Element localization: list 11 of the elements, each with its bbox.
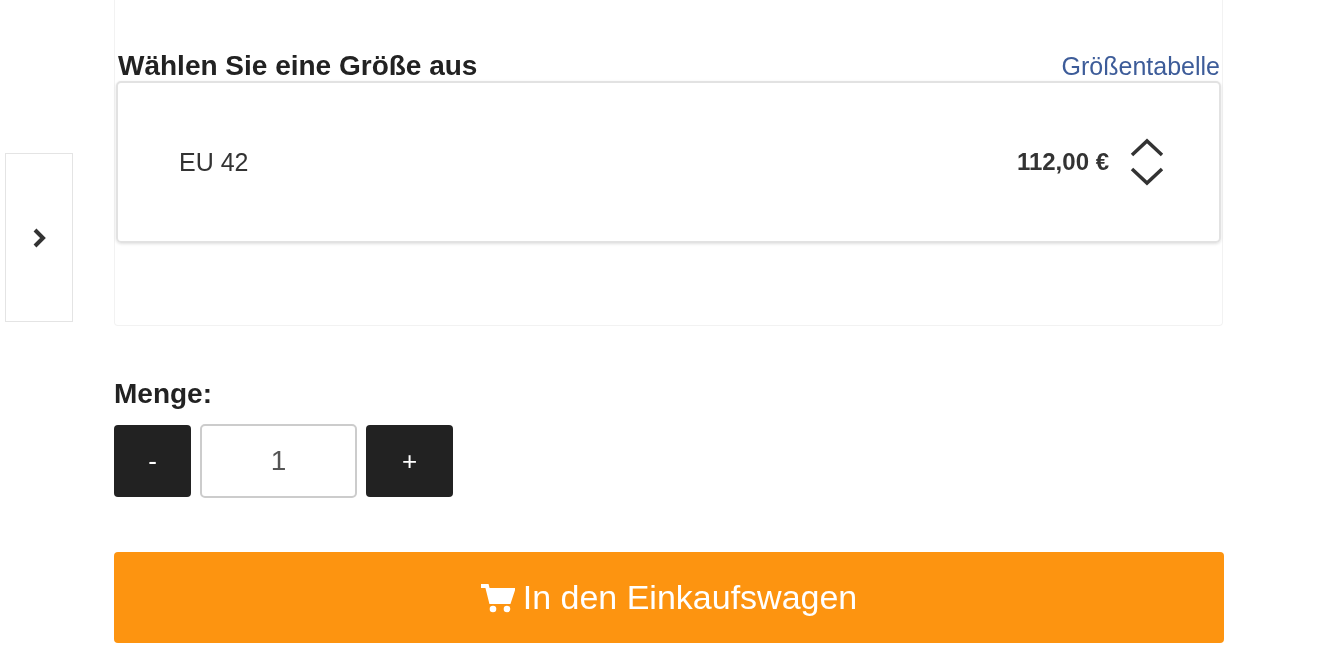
decrement-button[interactable]: - <box>114 425 191 497</box>
size-chart-link[interactable]: Größentabelle <box>1061 52 1220 81</box>
chevron-right-icon <box>32 226 46 249</box>
quantity-label: Menge: <box>114 378 213 410</box>
quantity-field[interactable]: 1 <box>200 424 357 498</box>
cart-icon <box>480 582 515 613</box>
increment-button[interactable]: + <box>366 425 453 497</box>
section-title: Wählen Sie eine Größe aus <box>118 50 478 82</box>
next-arrow-button[interactable] <box>5 153 73 322</box>
up-down-chevron-icon <box>1129 137 1165 187</box>
size-select[interactable]: EU 42 112,00 € <box>116 81 1221 243</box>
